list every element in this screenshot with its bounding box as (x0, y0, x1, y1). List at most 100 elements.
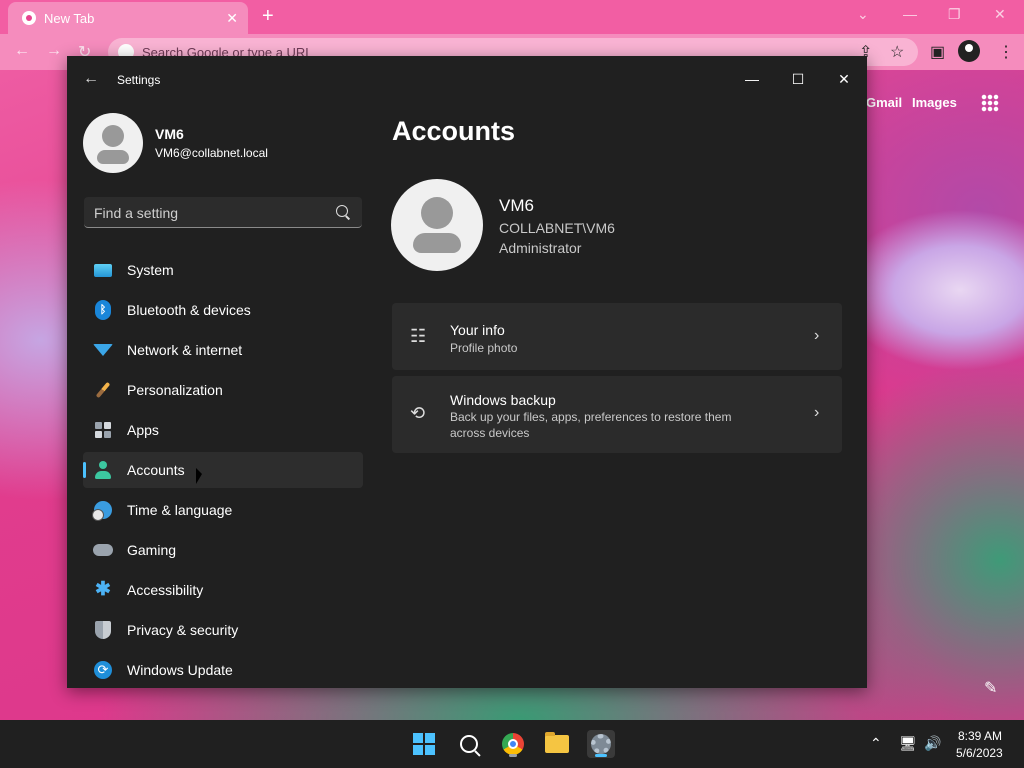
nav-label: Privacy & security (127, 622, 239, 638)
nav-label: Accounts (127, 462, 185, 478)
display-icon (93, 260, 113, 280)
running-indicator (509, 754, 517, 757)
forward-arrow-icon[interactable]: → (46, 42, 62, 60)
nav-item-network[interactable]: Network & internet (83, 332, 363, 368)
windows-logo-icon (413, 733, 435, 755)
user-email: VM6@collabnet.local (155, 146, 268, 160)
profile-avatar-icon[interactable] (958, 40, 980, 62)
nav-label: Accessibility (127, 582, 204, 598)
find-setting-box (84, 197, 362, 229)
nav-item-time-language[interactable]: Time & language (83, 492, 363, 528)
running-indicator (595, 754, 607, 757)
settings-window: ← Settings — ☐ ✕ VM6 VM6@collabnet.local… (67, 56, 867, 688)
chevron-up-icon[interactable]: ⌃ (870, 735, 882, 752)
nav-label: Time & language (127, 502, 233, 518)
user-name: VM6 (155, 126, 184, 142)
chevron-right-icon: › (814, 327, 820, 344)
account-role: Administrator (499, 240, 582, 256)
settings-taskbar-button[interactable] (587, 730, 615, 758)
card-subtitle: Back up your files, apps, preferences to… (450, 410, 732, 440)
bluetooth-icon: ᛒ (93, 300, 113, 320)
gamepad-icon (93, 540, 113, 560)
nav-label: Windows Update (127, 662, 233, 678)
back-arrow-icon[interactable]: ← (83, 70, 99, 88)
gear-icon (591, 734, 611, 754)
nav-item-bluetooth[interactable]: ᛒ Bluetooth & devices (83, 292, 363, 328)
account-domain: COLLABNET\VM6 (499, 220, 615, 236)
minimize-button[interactable]: — (729, 64, 775, 94)
nav-item-accounts[interactable]: Accounts (83, 452, 363, 488)
nav-item-gaming[interactable]: Gaming (83, 532, 363, 568)
nav-item-accessibility[interactable]: ✱ Accessibility (83, 572, 363, 608)
nav-item-system[interactable]: System (83, 252, 363, 288)
page-title: Accounts (392, 116, 516, 146)
close-button[interactable]: ✕ (821, 64, 867, 94)
nav-label: Apps (127, 422, 159, 438)
volume-icon[interactable]: 🔊 (924, 735, 941, 752)
search-button[interactable] (455, 730, 483, 758)
nav-item-apps[interactable]: Apps (83, 412, 363, 448)
nav-item-privacy-security[interactable]: Privacy & security (83, 612, 363, 648)
accessibility-icon: ✱ (95, 579, 111, 600)
nav-label: Gaming (127, 542, 177, 558)
google-apps-icon[interactable] (981, 94, 999, 112)
nav-item-windows-update[interactable]: ⟳ Windows Update (83, 652, 363, 688)
account-name: VM6 (499, 196, 534, 215)
tab-search-chevron-icon[interactable]: ⌄ (857, 6, 869, 23)
shield-icon (93, 620, 113, 640)
images-link[interactable]: Images (912, 95, 957, 110)
backup-sync-icon: ⟲ (410, 403, 426, 423)
nav-item-personalization[interactable]: Personalization (83, 372, 363, 408)
browser-tab-title: New Tab (44, 10, 95, 26)
start-button[interactable] (410, 730, 438, 758)
network-icon[interactable]: 🖥 (899, 735, 917, 752)
side-panel-icon[interactable]: ▣ (930, 42, 945, 62)
update-icon: ⟳ (93, 660, 113, 680)
your-info-card[interactable]: ☷ Your info Profile photo › (392, 303, 842, 370)
wifi-icon (93, 340, 113, 360)
customize-pencil-icon[interactable]: ✎ (984, 678, 997, 698)
back-arrow-icon[interactable]: ← (14, 42, 30, 60)
settings-titlebar: ← Settings — ☐ ✕ (67, 56, 867, 104)
nav-label: Personalization (127, 382, 223, 398)
chevron-right-icon: › (814, 404, 820, 421)
card-subtitle: Profile photo (450, 341, 518, 355)
browser-tab[interactable]: New Tab ✕ (8, 2, 248, 34)
mouse-cursor-icon (196, 468, 202, 484)
browser-restore-icon[interactable]: ❐ (948, 6, 961, 23)
app-title: Settings (117, 73, 161, 87)
find-setting-input[interactable] (84, 197, 336, 229)
paintbrush-icon (93, 380, 113, 400)
bookmark-star-icon[interactable]: ☆ (890, 42, 904, 62)
globe-clock-icon (92, 500, 113, 521)
person-card-icon: ☷ (410, 326, 427, 346)
apps-icon (93, 420, 113, 440)
taskbar: ⌃ 🖥 🔊 (0, 720, 1024, 768)
browser-tab-strip: New Tab ✕ + ⌄ — ❐ ✕ (0, 0, 1024, 34)
chrome-favicon-icon (22, 11, 36, 25)
search-icon (460, 735, 478, 753)
browser-minimize-icon[interactable]: — (903, 6, 917, 22)
folder-icon (545, 732, 569, 753)
search-icon[interactable] (336, 205, 348, 217)
browser-close-icon[interactable]: ✕ (994, 6, 1006, 23)
gmail-link[interactable]: Gmail (866, 95, 902, 110)
close-tab-icon[interactable]: ✕ (226, 10, 238, 27)
nav-label: Network & internet (127, 342, 243, 358)
nav-label: Bluetooth & devices (127, 302, 251, 318)
account-avatar (391, 179, 483, 271)
card-title: Your info (450, 322, 505, 338)
settings-nav: System ᛒ Bluetooth & devices Network & i… (83, 252, 363, 688)
chrome-menu-icon[interactable]: ⋮ (998, 42, 1014, 62)
clock-date[interactable]: 5/6/2023 (956, 746, 1003, 760)
chrome-icon (502, 733, 524, 755)
maximize-button[interactable]: ☐ (775, 64, 821, 94)
person-icon (93, 460, 113, 480)
chrome-taskbar-button[interactable] (499, 730, 527, 758)
nav-label: System (127, 262, 174, 278)
windows-backup-card[interactable]: ⟲ Windows backup Back up your files, app… (392, 376, 842, 453)
new-tab-icon[interactable]: + (262, 5, 274, 28)
file-explorer-button[interactable] (543, 730, 571, 758)
user-avatar (83, 113, 143, 173)
clock-time[interactable]: 8:39 AM (958, 729, 1002, 743)
